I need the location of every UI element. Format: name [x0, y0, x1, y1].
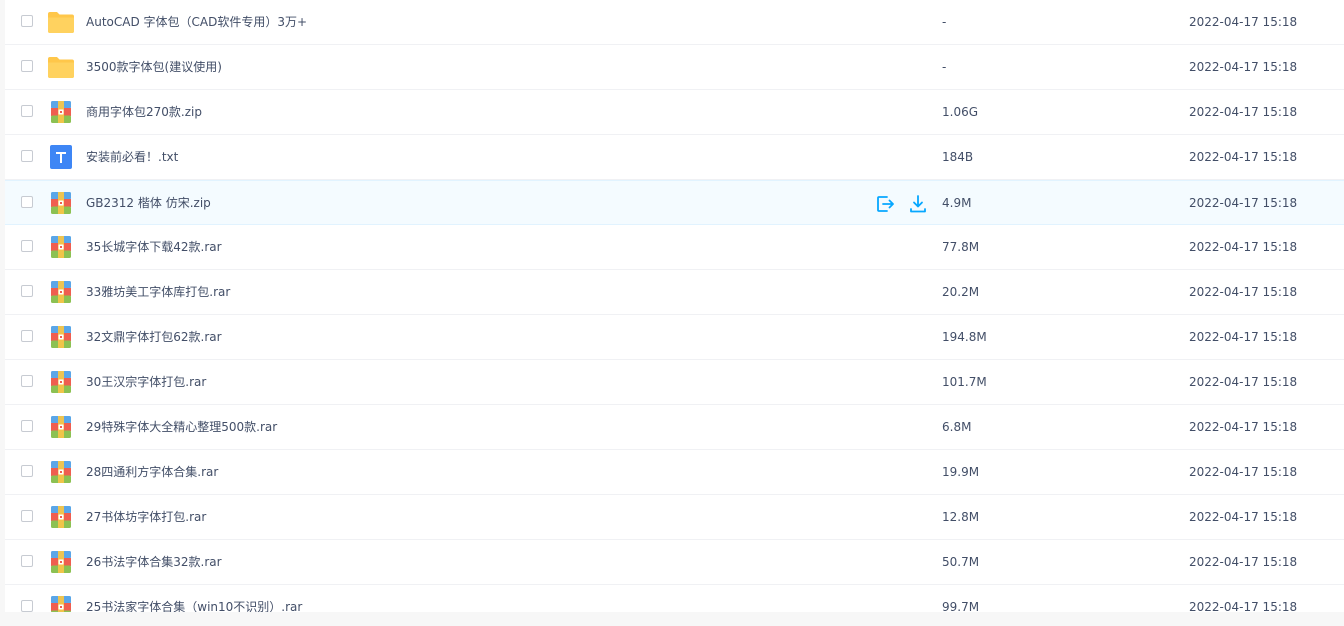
- file-size: 6.8M: [942, 420, 972, 434]
- file-name[interactable]: AutoCAD 字体包（CAD软件专用）3万+: [86, 0, 307, 45]
- row-checkbox[interactable]: [21, 555, 33, 567]
- row-checkbox[interactable]: [21, 330, 33, 342]
- file-row[interactable]: 26书法字体合集32款.rar 50.7M 2022-04-17 15:18: [5, 540, 1344, 585]
- row-checkbox[interactable]: [21, 150, 33, 162]
- modified-time: 2022-04-17 15:18: [1189, 285, 1298, 299]
- file-size: 1.06G: [942, 105, 979, 119]
- modified-time: 2022-04-17 15:18: [1189, 330, 1298, 344]
- file-size: 19.9M: [942, 465, 980, 479]
- row-checkbox[interactable]: [21, 60, 33, 72]
- rar-archive-icon: [47, 325, 75, 349]
- file-name[interactable]: 35长城字体下载42款.rar: [86, 225, 222, 270]
- folder-icon: [47, 55, 75, 79]
- file-name[interactable]: 28四通利方字体合集.rar: [86, 450, 218, 495]
- file-row[interactable]: 27书体坊字体打包.rar 12.8M 2022-04-17 15:18: [5, 495, 1344, 540]
- row-checkbox[interactable]: [21, 285, 33, 297]
- share-out-icon[interactable]: [874, 193, 896, 215]
- file-size: 184B: [942, 150, 974, 164]
- file-row[interactable]: 25书法家字体合集（win10不识别）.rar 99.7M 2022-04-17 1…: [5, 585, 1344, 612]
- zip-archive-icon: [47, 191, 75, 215]
- modified-time: 2022-04-17 15:18: [1189, 375, 1298, 389]
- file-name[interactable]: 33雅坊美工字体库打包.rar: [86, 270, 230, 315]
- modified-time: 2022-04-17 15:18: [1189, 15, 1298, 29]
- file-name[interactable]: 26书法字体合集32款.rar: [86, 540, 222, 585]
- file-row[interactable]: 安装前必看！.txt 184B 2022-04-17 15:18: [5, 135, 1344, 180]
- file-name[interactable]: 3500款字体包(建议使用): [86, 45, 222, 90]
- file-name[interactable]: 安装前必看！.txt: [86, 135, 178, 180]
- modified-time: 2022-04-17 15:18: [1189, 240, 1298, 254]
- file-name[interactable]: 29特殊字体大全精心整理500款.rar: [86, 405, 277, 450]
- file-name[interactable]: 32文鼎字体打包62款.rar: [86, 315, 222, 360]
- rar-archive-icon: [47, 280, 75, 304]
- file-name[interactable]: 27书体坊字体打包.rar: [86, 495, 206, 540]
- file-size: 50.7M: [942, 555, 980, 569]
- file-row[interactable]: 3500款字体包(建议使用) - 2022-04-17 15:18: [5, 45, 1344, 90]
- modified-time: 2022-04-17 15:18: [1189, 555, 1298, 569]
- file-size: -: [942, 15, 947, 29]
- download-icon[interactable]: [907, 193, 929, 215]
- file-size: 99.7M: [942, 600, 980, 612]
- modified-time: 2022-04-17 15:18: [1189, 420, 1298, 434]
- txt-file-icon: [47, 145, 75, 169]
- file-size: 101.7M: [942, 375, 987, 389]
- rar-archive-icon: [47, 235, 75, 259]
- modified-time: 2022-04-17 15:18: [1189, 510, 1298, 524]
- file-size: 20.2M: [942, 285, 980, 299]
- row-checkbox[interactable]: [21, 105, 33, 117]
- file-row[interactable]: 商用字体包270款.zip 1.06G 2022-04-17 15:18: [5, 90, 1344, 135]
- file-list: AutoCAD 字体包（CAD软件专用）3万+ - 2022-04-17 15:18…: [5, 0, 1344, 612]
- row-checkbox[interactable]: [21, 465, 33, 477]
- zip-archive-icon: [47, 100, 75, 124]
- file-row[interactable]: 35长城字体下载42款.rar 77.8M 2022-04-17 15:18: [5, 225, 1344, 270]
- file-name[interactable]: GB2312 楷体 仿宋.zip: [86, 181, 211, 226]
- rar-archive-icon: [47, 595, 75, 612]
- file-name[interactable]: 25书法家字体合集（win10不识别）.rar: [86, 585, 302, 612]
- row-checkbox[interactable]: [21, 196, 33, 208]
- row-checkbox[interactable]: [21, 240, 33, 252]
- modified-time: 2022-04-17 15:18: [1189, 105, 1298, 119]
- file-name[interactable]: 30王汉宗字体打包.rar: [86, 360, 206, 405]
- file-row[interactable]: AutoCAD 字体包（CAD软件专用）3万+ - 2022-04-17 15:18: [5, 0, 1344, 45]
- modified-time: 2022-04-17 15:18: [1189, 465, 1298, 479]
- file-row[interactable]: 32文鼎字体打包62款.rar 194.8M 2022-04-17 15:18: [5, 315, 1344, 360]
- modified-time: 2022-04-17 15:18: [1189, 150, 1298, 164]
- file-row[interactable]: GB2312 楷体 仿宋.zip 4.9M 2022-04-17 15:18: [5, 180, 1344, 225]
- file-name[interactable]: 商用字体包270款.zip: [86, 90, 202, 135]
- row-checkbox[interactable]: [21, 510, 33, 522]
- file-row[interactable]: 30王汉宗字体打包.rar 101.7M 2022-04-17 15:18: [5, 360, 1344, 405]
- modified-time: 2022-04-17 15:18: [1189, 600, 1298, 612]
- rar-archive-icon: [47, 505, 75, 529]
- row-checkbox[interactable]: [21, 600, 33, 612]
- rar-archive-icon: [47, 460, 75, 484]
- file-row[interactable]: 29特殊字体大全精心整理500款.rar 6.8M 2022-04-17 15:18: [5, 405, 1344, 450]
- file-size: 194.8M: [942, 330, 987, 344]
- row-checkbox[interactable]: [21, 420, 33, 432]
- row-checkbox[interactable]: [21, 375, 33, 387]
- folder-icon: [47, 10, 75, 34]
- rar-archive-icon: [47, 550, 75, 574]
- modified-time: 2022-04-17 15:18: [1189, 60, 1298, 74]
- modified-time: 2022-04-17 15:18: [1189, 196, 1298, 210]
- row-checkbox[interactable]: [21, 15, 33, 27]
- rar-archive-icon: [47, 370, 75, 394]
- file-row[interactable]: 33雅坊美工字体库打包.rar 20.2M 2022-04-17 15:18: [5, 270, 1344, 315]
- file-size: 4.9M: [942, 196, 972, 210]
- file-size: 77.8M: [942, 240, 980, 254]
- file-size: -: [942, 60, 947, 74]
- file-row[interactable]: 28四通利方字体合集.rar 19.9M 2022-04-17 15:18: [5, 450, 1344, 495]
- rar-archive-icon: [47, 415, 75, 439]
- file-size: 12.8M: [942, 510, 980, 524]
